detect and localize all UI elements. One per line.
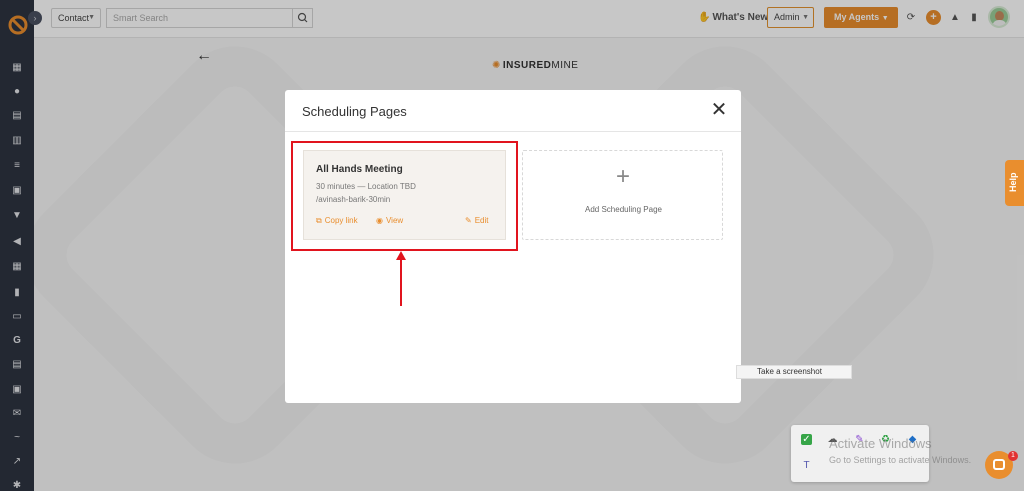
windows-watermark-subtitle: Go to Settings to activate Windows. (829, 455, 972, 465)
annotation-highlight-box (291, 141, 518, 251)
help-tab[interactable]: Help (1005, 160, 1024, 206)
teams-icon[interactable]: T (801, 460, 812, 471)
modal-header: Scheduling Pages ✕ (285, 90, 741, 132)
add-scheduling-page-label: Add Scheduling Page (585, 205, 662, 214)
chat-icon (993, 459, 1005, 470)
plus-icon: + (615, 163, 630, 190)
add-scheduling-page-card[interactable]: + Add Scheduling Page (522, 150, 723, 240)
shield-check-icon[interactable]: ✓ (801, 434, 812, 445)
windows-watermark-title: Activate Windows (829, 436, 932, 451)
help-label: Help (1008, 172, 1018, 192)
screenshot-tooltip: Take a screenshot (736, 365, 852, 379)
close-button[interactable]: ✕ (709, 100, 729, 120)
annotation-arrow-icon (396, 251, 406, 306)
system-tray-popup: ✓ ☁ ✎ ♻ ◆ T (791, 425, 929, 482)
chat-unread-badge: 1 (1008, 451, 1018, 461)
modal-title: Scheduling Pages (302, 104, 407, 119)
